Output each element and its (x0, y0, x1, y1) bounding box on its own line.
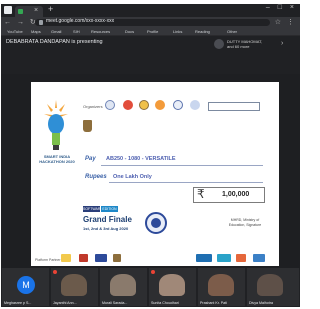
avatar: M (17, 276, 35, 294)
participant-tile[interactable]: Jayanthi Ann... (51, 268, 98, 306)
participant-name: Meghasree p S... (4, 301, 32, 305)
address-bar-actions[interactable]: ☆ ⋮ (275, 18, 296, 26)
participant-strip: M Meghasree p S... Jayanthi Ann... Mural… (1, 268, 300, 307)
browser-tab-strip: × + – □ × (1, 4, 300, 17)
participant-name: Murali Sarada... (102, 301, 128, 305)
presentation-slide: SMART INDIA HACKATHON 2020 Organizers Pa… (31, 82, 279, 266)
url-text: meet.google.com/xxx-xxxx-xxx (46, 18, 115, 24)
bookmark-item[interactable]: SIH (73, 29, 80, 34)
screen: × + – □ × ← → ↻ meet.google.com/xxx-xxxx… (1, 4, 300, 307)
organizers-label: Organizers (83, 104, 103, 109)
bookmark-item[interactable]: Gmail (51, 29, 61, 34)
bookmark-item[interactable]: Resources (91, 29, 110, 34)
browser-tab[interactable]: × (15, 6, 43, 17)
avatar[interactable] (214, 39, 224, 49)
url-field[interactable]: meet.google.com/xxx-xxxx-xxx (35, 18, 270, 26)
pay-line (101, 165, 263, 166)
sih-title: SMART INDIA HACKATHON 2020 (39, 154, 75, 164)
participant-video (257, 274, 283, 296)
grand-finale-title: Grand Finale (83, 215, 132, 224)
grand-finale-dates: 1st, 2nd & 3rd Aug 2020 (83, 226, 129, 231)
organizer-logo (173, 100, 183, 110)
sih-bulb-logo-icon (44, 100, 68, 150)
window-controls[interactable]: – □ × (266, 4, 297, 11)
rupees-value: One Lakh Only (113, 174, 152, 180)
rupees-line (109, 182, 263, 183)
organizer-logo (123, 100, 133, 110)
participant-name: Divya Malhotra (249, 301, 273, 305)
participant-name: Sunita Choudhari (151, 301, 179, 305)
bookmark-item[interactable]: Maps (31, 29, 41, 34)
partner-logo (253, 254, 265, 262)
participant-tile[interactable]: Murali Sarada... (100, 268, 147, 306)
amount-box: ₹ 1,00,000 (193, 187, 265, 203)
participant-video (61, 274, 87, 296)
amount-value: 1,00,000 (222, 191, 250, 198)
participant-name: Jayanthi Ann... (53, 301, 77, 305)
bookmark-item[interactable]: Reading (195, 29, 210, 34)
partners-label: Platform Partner (35, 258, 61, 262)
pay-value: AB250 - 1080 - VERSATILE (106, 156, 176, 162)
pay-label: Pay (85, 156, 96, 162)
institute-seal-icon (145, 212, 167, 234)
ministry-text: MHRD, Ministry of Education, Signature (228, 218, 262, 227)
organizer-logo (139, 100, 149, 110)
mic-off-icon (53, 270, 57, 274)
participant-video (208, 274, 234, 296)
partner-logo (236, 254, 246, 262)
partner-logo (95, 254, 107, 262)
bookmarks-bar: YouTube Maps Gmail SIH Resources Docs Pr… (1, 28, 300, 36)
participant-tile[interactable]: M Meghasree p S... (2, 268, 49, 306)
partner-logo (61, 254, 71, 262)
app-icon[interactable] (4, 6, 12, 14)
partner-logo (113, 254, 121, 262)
emblem-icon (83, 120, 92, 132)
bookmark-item[interactable]: Links (173, 29, 182, 34)
partner-logo (196, 254, 212, 262)
meet-header: DEBABRATA DANDAPAN is presenting DUTTY M… (1, 36, 300, 74)
participant-tile[interactable]: Sunita Choudhari (149, 268, 196, 306)
organizer-logo (155, 100, 165, 110)
participant-video (110, 274, 136, 296)
presenter-label: DEBABRATA DANDAPAN is presenting (6, 39, 103, 45)
edition-badge: EDITION (101, 206, 118, 212)
address-bar: ← → ↻ meet.google.com/xxx-xxxx-xxx ☆ ⋮ (1, 17, 300, 28)
bookmark-item[interactable]: YouTube (7, 29, 23, 34)
mic-off-icon (151, 270, 155, 274)
bookmark-item[interactable]: Docs (125, 29, 134, 34)
participant-name: Prashant Kr. Pati (200, 301, 227, 305)
partner-logo (217, 254, 231, 262)
bookmark-item[interactable]: Profile (147, 29, 158, 34)
participant-video (159, 274, 185, 296)
new-tab-button[interactable]: + (48, 4, 53, 14)
organizer-logo (105, 100, 115, 110)
meet-favicon-icon (18, 9, 23, 14)
rupees-label: Rupees (85, 174, 107, 180)
bookmark-item[interactable]: Other (227, 29, 237, 34)
seal-center (151, 218, 161, 228)
rupee-icon: ₹ (197, 187, 205, 201)
lock-icon (39, 20, 43, 25)
software-badge: SOFTWARE (83, 206, 103, 212)
signature-box (208, 102, 260, 111)
navigation-buttons[interactable]: ← → ↻ (4, 18, 38, 26)
participant-tile[interactable]: Divya Malhotra (247, 268, 299, 306)
chevron-right-icon[interactable]: › (281, 40, 283, 47)
partner-logo (79, 254, 88, 262)
participant-tile[interactable]: Prashant Kr. Pati (198, 268, 245, 306)
user-name: DUTTY MAHOMAT, and 60 more (227, 39, 263, 49)
tab-close-icon[interactable]: × (34, 7, 38, 14)
organizer-logo (190, 100, 200, 110)
